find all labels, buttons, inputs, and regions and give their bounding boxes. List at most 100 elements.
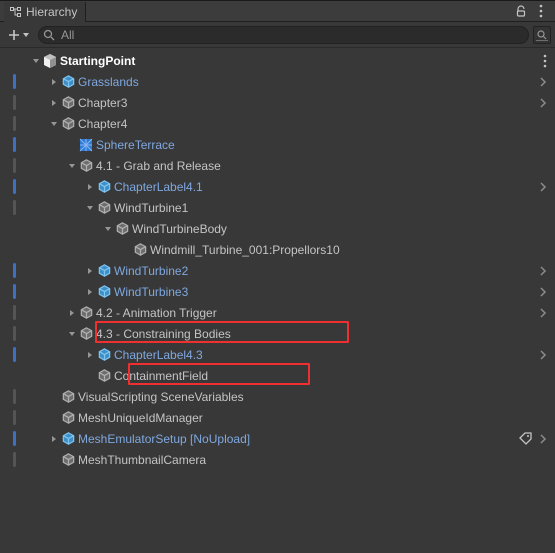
tree-item-label: WindTurbine3	[114, 285, 188, 299]
foldout-toggle[interactable]	[66, 309, 78, 317]
eye-guide	[0, 263, 30, 278]
tree-item-label: WindTurbine1	[114, 201, 188, 215]
eye-guide	[0, 305, 30, 320]
tree-row-vscript[interactable]: VisualScripting SceneVariables	[0, 386, 555, 407]
tree-item-label: ChapterLabel4.3	[114, 348, 203, 362]
chevron-right-icon	[539, 97, 547, 109]
kebab-menu-icon[interactable]	[531, 1, 551, 21]
row-trailing	[539, 344, 547, 365]
tree-row-grasslands[interactable]: Grasslands	[0, 71, 555, 92]
chevron-right-icon	[539, 265, 547, 277]
tree-row-cl4.1[interactable]: ChapterLabel4.1	[0, 176, 555, 197]
tree-item-label: MeshUniqueIdManager	[78, 411, 203, 425]
foldout-toggle[interactable]	[84, 183, 96, 191]
cube-icon	[78, 158, 94, 174]
tree-row-4.2[interactable]: 4.2 - Animation Trigger	[0, 302, 555, 323]
cube-icon	[96, 368, 112, 384]
tree-row-sphereterrace[interactable]: SphereTerrace	[0, 134, 555, 155]
cube-blue-icon	[60, 74, 76, 90]
tree-item-label: 4.2 - Animation Trigger	[96, 306, 217, 320]
lock-icon[interactable]	[511, 1, 531, 21]
panel-tab-hierarchy[interactable]: Hierarchy	[4, 2, 86, 22]
tag-icon[interactable]	[519, 432, 533, 446]
cube-icon	[60, 410, 76, 426]
hierarchy-tree[interactable]: StartingPoint GrasslandsChapter3 Chapter4 S…	[0, 48, 555, 470]
chevron-right-icon	[539, 349, 547, 361]
cube-blue-icon	[96, 263, 112, 279]
chevron-right-icon	[539, 181, 547, 193]
row-trailing	[543, 50, 547, 71]
eye-guide	[0, 347, 30, 362]
foldout-toggle[interactable]	[66, 162, 78, 170]
eye-guide	[0, 452, 30, 467]
chevron-right-icon	[539, 433, 547, 445]
tree-item-label: MeshThumbnailCamera	[78, 453, 206, 467]
foldout-toggle[interactable]	[84, 288, 96, 296]
row-trailing	[539, 260, 547, 281]
tree-row-chapter3[interactable]: Chapter3	[0, 92, 555, 113]
mat-icon	[78, 137, 94, 153]
tree-row-contain[interactable]: ContainmentField	[0, 365, 555, 386]
tree-item-label: ContainmentField	[114, 369, 208, 383]
tree-row-4.3[interactable]: 4.3 - Constraining Bodies	[0, 323, 555, 344]
tree-item-label: StartingPoint	[60, 54, 135, 68]
eye-guide	[0, 179, 30, 194]
foldout-toggle[interactable]	[48, 99, 60, 107]
eye-guide	[0, 137, 30, 152]
tree-row-meshemu[interactable]: MeshEmulatorSetup [NoUpload]	[0, 428, 555, 449]
tree-row-prop[interactable]: Windmill_Turbine_001:Propellors10	[0, 239, 555, 260]
hierarchy-icon	[10, 6, 22, 18]
foldout-toggle[interactable]	[102, 225, 114, 233]
eye-guide	[0, 431, 30, 446]
search-type-button[interactable]	[533, 26, 551, 44]
tree-row-wtb[interactable]: WindTurbineBody	[0, 218, 555, 239]
foldout-toggle[interactable]	[84, 351, 96, 359]
foldout-toggle[interactable]	[48, 78, 60, 86]
row-trailing	[539, 302, 547, 323]
tree-row-chapter4[interactable]: Chapter4	[0, 113, 555, 134]
cube-blue-icon	[60, 431, 76, 447]
eye-guide	[0, 158, 30, 173]
row-trailing	[519, 428, 547, 449]
search-input[interactable]	[38, 26, 529, 44]
search-field[interactable]	[59, 27, 522, 43]
tree-item-label: WindTurbine2	[114, 264, 188, 278]
tree-item-label: WindTurbineBody	[132, 222, 227, 236]
row-trailing	[539, 92, 547, 113]
foldout-toggle[interactable]	[48, 435, 60, 443]
row-trailing	[539, 71, 547, 92]
more-icon[interactable]	[543, 54, 547, 68]
foldout-toggle[interactable]	[48, 120, 60, 128]
cube-icon	[78, 326, 94, 342]
tree-row-4.1[interactable]: 4.1 - Grab and Release	[0, 155, 555, 176]
foldout-toggle[interactable]	[84, 204, 96, 212]
foldout-toggle[interactable]	[66, 330, 78, 338]
tree-row-wt2[interactable]: WindTurbine2	[0, 260, 555, 281]
cube-icon	[132, 242, 148, 258]
tree-item-label: Chapter4	[78, 117, 127, 131]
create-button[interactable]	[4, 27, 34, 43]
eye-guide	[0, 200, 30, 215]
tree-row-meshuid[interactable]: MeshUniqueIdManager	[0, 407, 555, 428]
unity-icon	[42, 53, 58, 69]
eye-guide	[0, 284, 30, 299]
foldout-toggle[interactable]	[30, 57, 42, 65]
panel-title: Hierarchy	[26, 5, 77, 19]
eye-guide	[0, 116, 30, 131]
tree-row-meshthumb[interactable]: MeshThumbnailCamera	[0, 449, 555, 470]
foldout-toggle[interactable]	[84, 267, 96, 275]
tree-item-label: ChapterLabel4.1	[114, 180, 203, 194]
eye-guide	[0, 326, 30, 341]
search-icon	[43, 29, 55, 41]
chevron-right-icon	[539, 76, 547, 88]
chevron-right-icon	[539, 286, 547, 298]
chevron-right-icon	[539, 307, 547, 319]
tree-row-root[interactable]: StartingPoint	[0, 50, 555, 71]
tree-row-cl4.3[interactable]: ChapterLabel4.3	[0, 344, 555, 365]
cube-icon	[78, 305, 94, 321]
tree-item-label: 4.3 - Constraining Bodies	[96, 327, 231, 341]
row-trailing	[539, 281, 547, 302]
tree-row-wt1[interactable]: WindTurbine1	[0, 197, 555, 218]
tree-row-wt3[interactable]: WindTurbine3	[0, 281, 555, 302]
tree-item-label: Windmill_Turbine_001:Propellors10	[150, 243, 340, 257]
